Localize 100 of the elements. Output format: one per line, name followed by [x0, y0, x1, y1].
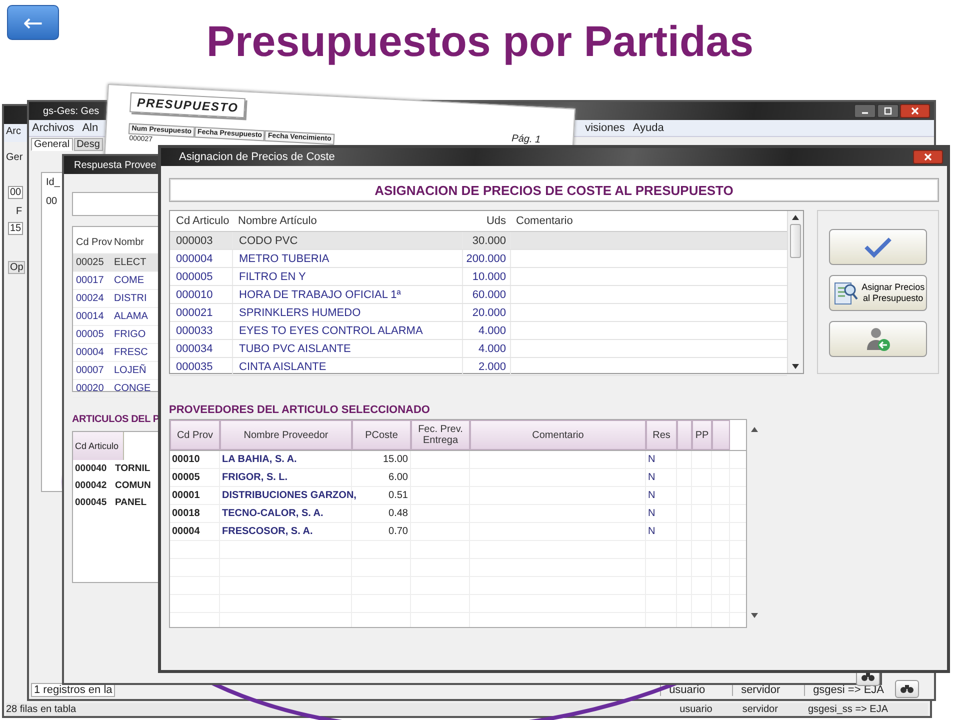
table-cell: 2.000 [462, 358, 510, 375]
input-field[interactable]: 00 [8, 186, 24, 199]
menu-item[interactable]: Aln [82, 122, 98, 134]
table-row[interactable]: 000021 SPRINKLERS HUMEDO 20.000 [170, 304, 788, 322]
scrollbar-thumb[interactable] [790, 224, 802, 258]
table-cell: TORNIL [115, 463, 150, 474]
table-cell-text: 000042 [74, 480, 108, 491]
up-arrow-icon[interactable] [792, 215, 800, 220]
column-header: Uds [485, 214, 507, 229]
person-arrow-icon [865, 326, 892, 352]
table-cell: FRESCOSOR, S. A. [220, 523, 352, 540]
menu-item[interactable]: Archivos [32, 122, 74, 134]
table-cell: PANEL [115, 497, 146, 508]
table-cell: 4.000 [462, 322, 510, 339]
table-cell-text: 000040 [74, 463, 108, 474]
table-cell: N [646, 505, 677, 522]
table-row[interactable]: 000004 METRO TUBERIA 200.000 [170, 250, 788, 268]
status-field: gsgesi_ss => EJA [808, 704, 888, 715]
table-cell: 20.000 [462, 304, 510, 321]
table-cell-text: 00005 [75, 329, 105, 340]
maximize-icon [883, 107, 893, 115]
table-cell: COMUN [115, 480, 151, 491]
menu-item[interactable]: Arc [6, 126, 21, 137]
table-cell: 00005 [170, 469, 220, 486]
table-cell: 00004 [170, 523, 220, 540]
column-header [677, 420, 692, 450]
close-button[interactable] [900, 104, 930, 118]
column-header: Cd Articulo [75, 441, 119, 451]
table-cell-text: 000003 [175, 234, 214, 246]
table-cell-text: 000010 [175, 288, 214, 300]
table-cell: EYES TO EYES CONTROL ALARMA [232, 322, 462, 339]
column-header: Cd Prov [75, 236, 112, 248]
table-cell-text: 000004 [175, 252, 214, 264]
column-header: Comentario [470, 420, 646, 450]
column-header [712, 420, 730, 450]
binoculars-button[interactable] [895, 680, 919, 698]
table-cell: N [646, 451, 677, 468]
table-cell: 00010 [170, 451, 220, 468]
table-cell-text: FRESC [113, 347, 148, 358]
confirm-button[interactable] [829, 229, 928, 265]
table-cell: 30.000 [462, 232, 510, 249]
column-header: Cd Articulo [175, 215, 230, 227]
input-field[interactable]: 15 [8, 222, 24, 235]
maximize-button[interactable] [877, 104, 899, 118]
table-cell: HORA DE TRABAJO OFICIAL 1ª [232, 286, 462, 303]
table-cell: 10.000 [462, 268, 510, 285]
table-cell-text: FRIGO [113, 329, 146, 340]
menu-item[interactable]: Ayuda [632, 122, 664, 134]
window-title: gs-Ges: Ges [43, 106, 100, 116]
table-row[interactable]: 000005 FILTRO EN Y 10.000 [170, 268, 788, 286]
table-cell-text: 00020 [75, 383, 105, 394]
table-row[interactable]: 000035 CINTA AISLANTE 2.000 [170, 358, 788, 376]
down-arrow-icon[interactable] [792, 364, 800, 369]
table-row[interactable]: 000033 EYES TO EYES CONTROL ALARMA 4.000 [170, 322, 788, 340]
tab[interactable]: Desg [74, 138, 103, 151]
table-cell: 00001 [170, 487, 220, 504]
table-cell-text: 00007 [75, 365, 105, 376]
column-header: Nombr [113, 236, 144, 248]
close-button[interactable] [913, 150, 943, 164]
table-cell-text: 000045 [74, 497, 108, 508]
table-cell: 00018 [170, 505, 220, 522]
column-header: Nombre Artículo [237, 214, 318, 229]
menu-item[interactable]: visiones [585, 122, 625, 134]
user-arrow-button[interactable] [829, 321, 928, 357]
column-header: PP [692, 420, 712, 450]
table-cell: N [646, 469, 677, 486]
assign-prices-button[interactable]: Asignar Precios al Presupuesto [829, 275, 928, 311]
window-title: Asignacion de Precios de Coste [179, 151, 335, 163]
table-row[interactable]: 000010 HORA DE TRABAJO OFICIAL 1ª 60.000 [170, 286, 788, 304]
column-header: Nombre Proveedor [220, 420, 352, 450]
table-cell: TUBO PVC AISLANTE [232, 340, 462, 357]
status-field: servidor [742, 704, 778, 715]
table-cell-text: 00024 [75, 293, 105, 304]
table-cell-text: CONGE [113, 383, 151, 394]
tab[interactable]: Ger [6, 152, 23, 163]
down-arrow-icon[interactable] [751, 613, 758, 618]
table-cell: 0.48 [352, 505, 411, 522]
table-cell: METRO TUBERIA [232, 250, 462, 267]
dialog-heading: ASIGNACION DE PRECIOS DE COSTE AL PRESUPUESTO [169, 178, 939, 202]
table-cell-text: 000021 [175, 306, 214, 318]
up-arrow-icon[interactable] [751, 427, 758, 432]
column-header: Res [646, 420, 677, 450]
table-cell: TECNO-CALOR, S. A. [220, 505, 352, 522]
column-header: Comentario [515, 214, 574, 229]
table-cell-text: 000034 [175, 342, 214, 354]
table-cell: CINTA AISLANTE [232, 358, 462, 375]
page-number: Pág. 1 [511, 133, 541, 146]
scrollbar[interactable] [787, 211, 804, 373]
tab[interactable]: Op [8, 261, 26, 274]
table-row[interactable]: 000003 CODO PVC 30.000 [170, 232, 788, 250]
binoculars-icon [861, 672, 875, 682]
table-cell-text: 00 [46, 196, 58, 207]
table-cell: N [646, 523, 677, 540]
field-label: F [16, 206, 22, 217]
table-row[interactable]: 000034 TUBO PVC AISLANTE 4.000 [170, 340, 788, 358]
section-heading: PROVEEDORES DEL ARTICULO SELECCIONADO [169, 404, 431, 416]
tab[interactable]: General [31, 138, 73, 151]
status-field: usuario [680, 704, 712, 715]
back-button[interactable]: ← [7, 5, 59, 40]
minimize-button[interactable] [854, 104, 876, 118]
